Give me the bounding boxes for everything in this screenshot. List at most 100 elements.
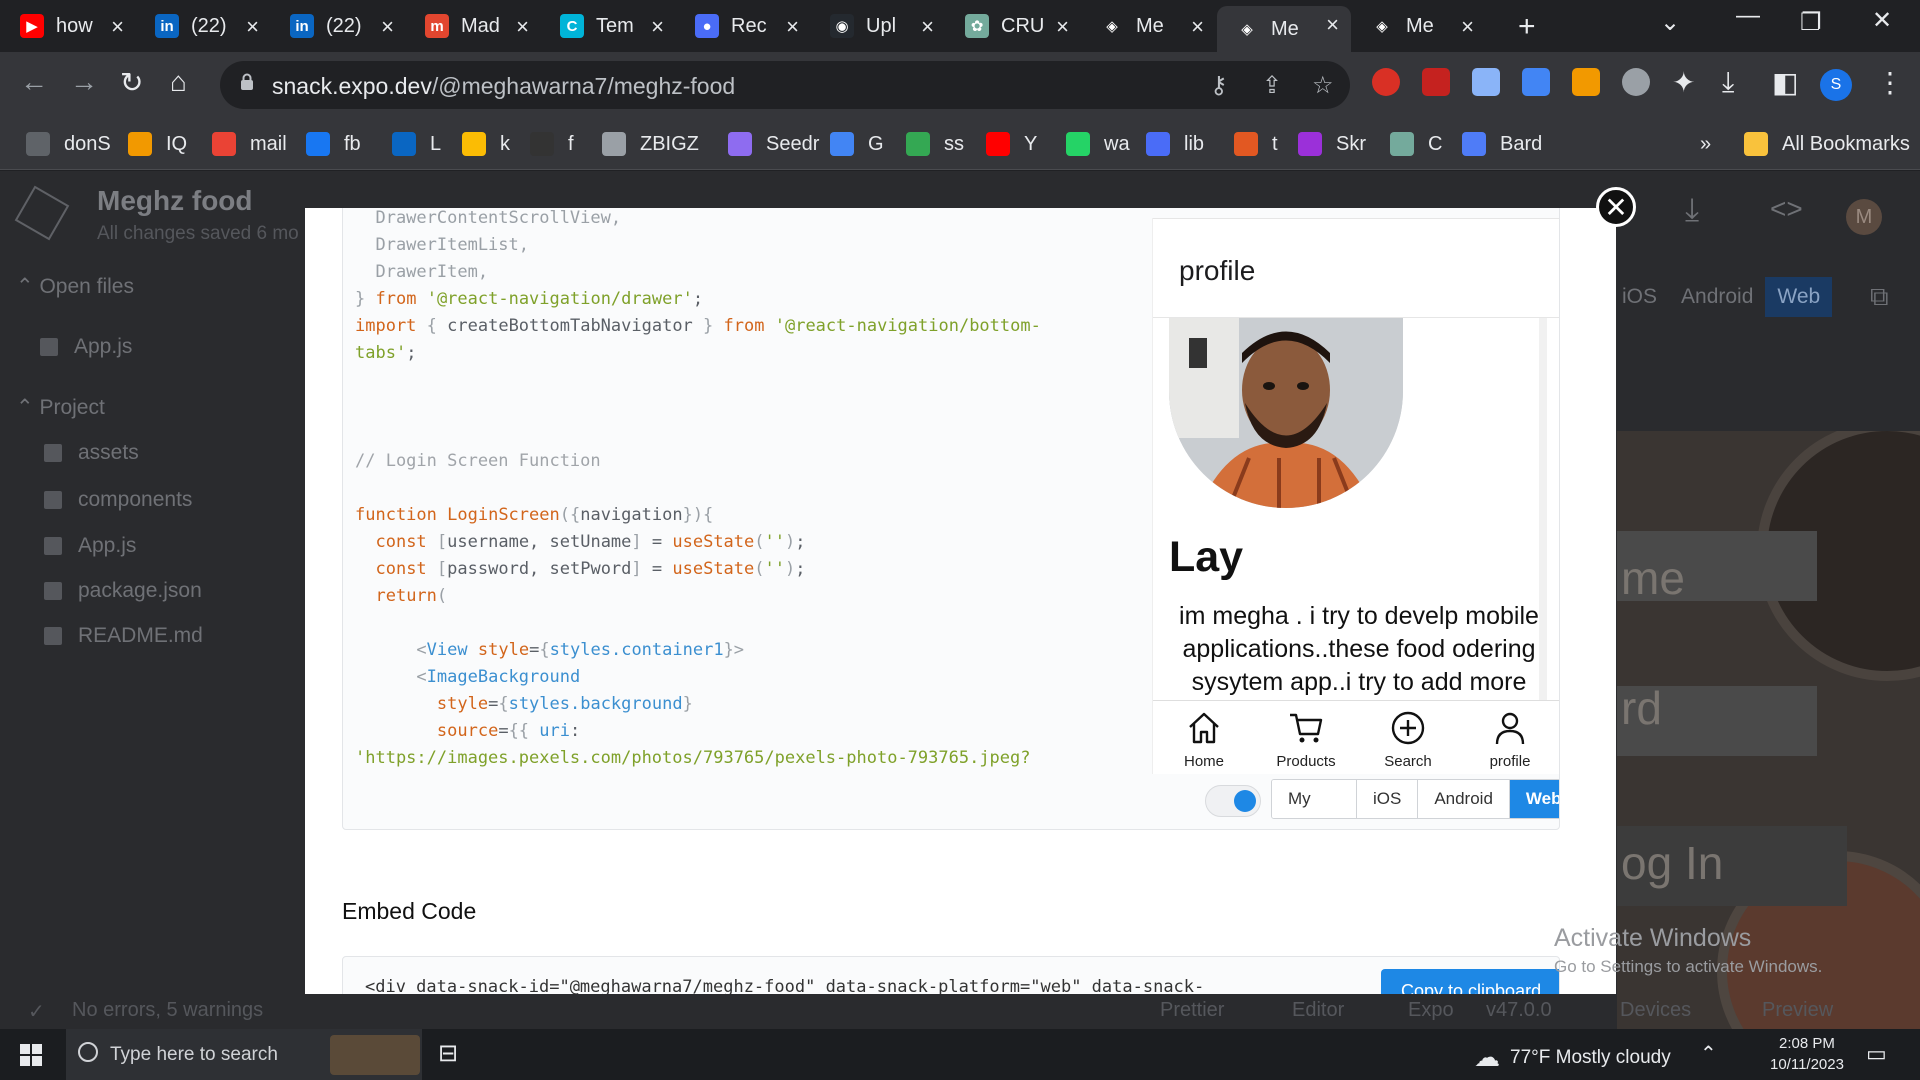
bookmark-item[interactable]: fb <box>306 130 361 158</box>
new-tab-button[interactable]: + <box>1518 10 1536 44</box>
bookmark-item[interactable]: L <box>392 130 441 158</box>
status-text[interactable]: No errors, 5 warnings <box>72 999 263 1022</box>
share-icon[interactable]: ⇪ <box>1262 71 1282 100</box>
tab-home[interactable]: Home <box>1153 701 1255 774</box>
key-icon[interactable]: ⚷ <box>1210 71 1228 100</box>
side-panel-icon[interactable]: ◧ <box>1772 66 1798 99</box>
bookmark-item[interactable]: IQ <box>128 130 187 158</box>
open-file-item[interactable]: App.js <box>40 335 132 359</box>
browser-tab[interactable]: ◈ Me × <box>1082 8 1216 44</box>
tab-products[interactable]: Products <box>1255 701 1357 774</box>
browser-tab[interactable]: ◉ Upl × <box>812 8 946 44</box>
embed-code-box[interactable]: <div data-snack-id="@meghawarna7/meghz-f… <box>342 956 1560 994</box>
embed-code-text[interactable]: <div data-snack-id="@meghawarna7/meghz-f… <box>365 977 1204 994</box>
file-tree-item[interactable]: assets <box>44 441 139 465</box>
tab-search[interactable]: Search <box>1357 701 1459 774</box>
file-tree-item[interactable]: package.json <box>44 579 202 603</box>
browser-tab[interactable]: ◈ Me × <box>1352 8 1486 44</box>
download-project-icon[interactable]: ⤓ <box>1685 191 1699 229</box>
close-tab-icon[interactable]: × <box>1326 12 1339 38</box>
bookmark-item[interactable]: Y <box>986 130 1037 158</box>
platform-android[interactable]: Android <box>1418 780 1510 818</box>
extension-orange-icon[interactable] <box>1572 68 1600 96</box>
bookmark-item[interactable]: ss <box>906 130 964 158</box>
forward-button[interactable]: → <box>70 66 98 98</box>
close-tab-icon[interactable]: × <box>381 14 394 40</box>
notifications-icon[interactable]: ▭ <box>1866 1041 1887 1067</box>
close-tab-icon[interactable]: × <box>651 14 664 40</box>
extension-cloud-icon[interactable] <box>1622 68 1650 96</box>
copy-to-clipboard-button[interactable]: Copy to clipboard <box>1381 969 1559 994</box>
user-avatar[interactable]: M <box>1846 199 1882 235</box>
home-button[interactable]: ⌂ <box>170 66 187 98</box>
platform-my-device[interactable]: My Device <box>1272 780 1357 818</box>
taskbar-clock[interactable]: 2:08 PM 10/11/2023 <box>1770 1033 1844 1075</box>
bookmark-item[interactable]: f <box>530 130 574 158</box>
bookmark-item[interactable]: Seedr <box>728 130 819 158</box>
close-tab-icon[interactable]: × <box>246 14 259 40</box>
bookmark-item[interactable]: t <box>1234 130 1278 158</box>
tab-web[interactable]: Web <box>1765 277 1833 317</box>
devices-toggle[interactable]: Devices <box>1620 999 1691 1022</box>
file-tree-item[interactable]: components <box>44 488 192 512</box>
close-tab-icon[interactable]: × <box>786 14 799 40</box>
close-tab-icon[interactable]: × <box>1056 14 1069 40</box>
all-bookmarks-folder[interactable]: All Bookmarks <box>1744 130 1910 158</box>
file-tree-item[interactable]: README.md <box>44 624 203 648</box>
close-modal-button[interactable]: ✕ <box>1596 187 1636 227</box>
tab-android[interactable]: Android <box>1669 277 1765 317</box>
file-tree-item[interactable]: App.js <box>44 534 136 558</box>
extensions-puzzle-icon[interactable]: ✦ <box>1672 66 1695 99</box>
browser-tab[interactable]: ◈ Me × <box>1217 6 1351 52</box>
browser-tab[interactable]: in (22) × <box>137 8 271 44</box>
browser-tab[interactable]: ✿ CRU × <box>947 8 1081 44</box>
bookmark-star-icon[interactable]: ☆ <box>1312 71 1334 100</box>
tray-chevron-icon[interactable]: ⌃ <box>1700 1041 1717 1066</box>
open-external-icon[interactable]: ⧉ <box>1870 281 1889 313</box>
prettier-toggle[interactable]: Prettier <box>1160 999 1224 1022</box>
platform-ios[interactable]: iOS <box>1356 780 1419 818</box>
bookmark-item[interactable]: lib <box>1146 130 1204 158</box>
extension-save-icon[interactable] <box>1472 68 1500 96</box>
bookmark-item[interactable]: Bard <box>1462 130 1542 158</box>
browser-tab[interactable]: ▶ how × <box>2 8 136 44</box>
close-window-button[interactable]: ✕ <box>1872 6 1892 35</box>
bookmark-item[interactable]: donS <box>26 130 111 158</box>
restore-button[interactable]: ❐ <box>1800 8 1822 37</box>
bookmarks-overflow-icon[interactable]: » <box>1700 130 1711 158</box>
windows-start-icon[interactable] <box>20 1044 42 1066</box>
bookmark-item[interactable]: ZBIGZ <box>602 130 699 158</box>
tab-ios[interactable]: iOS <box>1610 277 1669 317</box>
extension-translate-icon[interactable] <box>1522 68 1550 96</box>
extension-red-icon[interactable] <box>1372 68 1400 96</box>
profile-avatar[interactable]: S <box>1820 69 1852 101</box>
code-preview-toggle[interactable] <box>1205 785 1261 817</box>
open-files-header[interactable]: ⌃ Open files <box>16 274 134 299</box>
tab-search-chevron-icon[interactable]: ⌄ <box>1660 8 1680 37</box>
preview-toggle[interactable]: Preview <box>1762 999 1833 1022</box>
bookmark-item[interactable]: G <box>830 130 884 158</box>
platform-web[interactable]: Web <box>1509 780 1559 818</box>
bookmark-item[interactable]: wa <box>1066 130 1130 158</box>
tab-profile[interactable]: profile <box>1459 701 1559 774</box>
bookmark-item[interactable]: mail <box>212 130 287 158</box>
weather-widget[interactable]: ☁ 77°F Mostly cloudy <box>1474 1042 1671 1073</box>
browser-tab[interactable]: ● Rec × <box>677 8 811 44</box>
browser-tab[interactable]: m Mad × <box>407 8 541 44</box>
sdk-version-select[interactable]: v47.0.0 <box>1486 999 1552 1022</box>
browser-menu-icon[interactable]: ⋮ <box>1876 66 1904 99</box>
address-bar[interactable]: snack.expo.dev/@meghawarna7/meghz-food ⚷… <box>220 61 1350 109</box>
browser-tab[interactable]: C Tem × <box>542 8 676 44</box>
browser-tab[interactable]: in (22) × <box>272 8 406 44</box>
bookmark-item[interactable]: k <box>462 130 510 158</box>
reload-button[interactable]: ↻ <box>120 66 143 99</box>
project-header[interactable]: ⌃ Project <box>16 395 105 420</box>
close-tab-icon[interactable]: × <box>516 14 529 40</box>
close-tab-icon[interactable]: × <box>1191 14 1204 40</box>
code-icon[interactable]: <> <box>1770 193 1803 225</box>
close-tab-icon[interactable]: × <box>111 14 124 40</box>
back-button[interactable]: ← <box>20 66 48 98</box>
close-tab-icon[interactable]: × <box>921 14 934 40</box>
bookmark-item[interactable]: C <box>1390 130 1442 158</box>
download-icon[interactable]: ⤓ <box>1722 66 1734 99</box>
